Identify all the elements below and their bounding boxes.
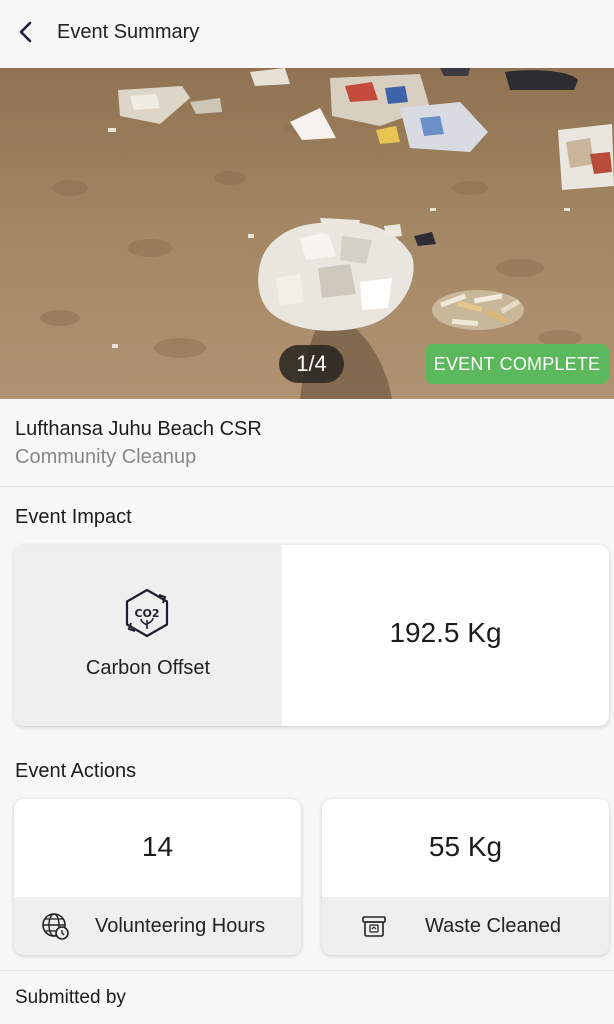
impact-metric-value: 192.5 Kg (389, 617, 502, 648)
globe-clock-icon (42, 913, 69, 940)
page-indicator: 1/4 (279, 345, 344, 383)
event-type: Community Cleanup (15, 446, 197, 468)
impact-metric-panel: CO2 Carbon Offset (14, 545, 282, 726)
action-value: 14 (141, 831, 174, 862)
impact-card: CO2 Carbon Offset 192.5 Kg (14, 545, 609, 726)
page-title: Event Summary (57, 21, 200, 43)
action-footer: Volunteering Hours (14, 897, 301, 955)
app-header: Event Summary (0, 0, 614, 68)
status-badge: EVENT COMPLETE (425, 344, 609, 384)
action-label: Volunteering Hours (95, 915, 266, 937)
waste-bin-icon (362, 916, 386, 937)
event-name: Lufthansa Juhu Beach CSR (15, 418, 262, 440)
back-button[interactable] (12, 18, 40, 46)
divider (0, 970, 614, 971)
action-card-waste: 55 Kg Waste Cleaned (322, 799, 609, 955)
impact-metric-label: Carbon Offset (85, 657, 211, 679)
co2-icon-text: CO2 (134, 607, 159, 620)
action-footer: Waste Cleaned (322, 897, 609, 955)
section-title-submitted: Submitted by (15, 987, 126, 1008)
chevron-left-icon (19, 21, 32, 43)
section-title-impact: Event Impact (15, 506, 132, 528)
action-card-volunteering: 14 Volunteering Hours (14, 799, 301, 955)
action-value: 55 Kg (428, 831, 503, 862)
action-label: Waste Cleaned (425, 915, 561, 937)
divider (0, 486, 614, 487)
section-title-actions: Event Actions (15, 760, 137, 782)
co2-icon: CO2 (125, 588, 169, 638)
event-photo-carousel[interactable]: 1/4 EVENT COMPLETE (0, 68, 614, 399)
